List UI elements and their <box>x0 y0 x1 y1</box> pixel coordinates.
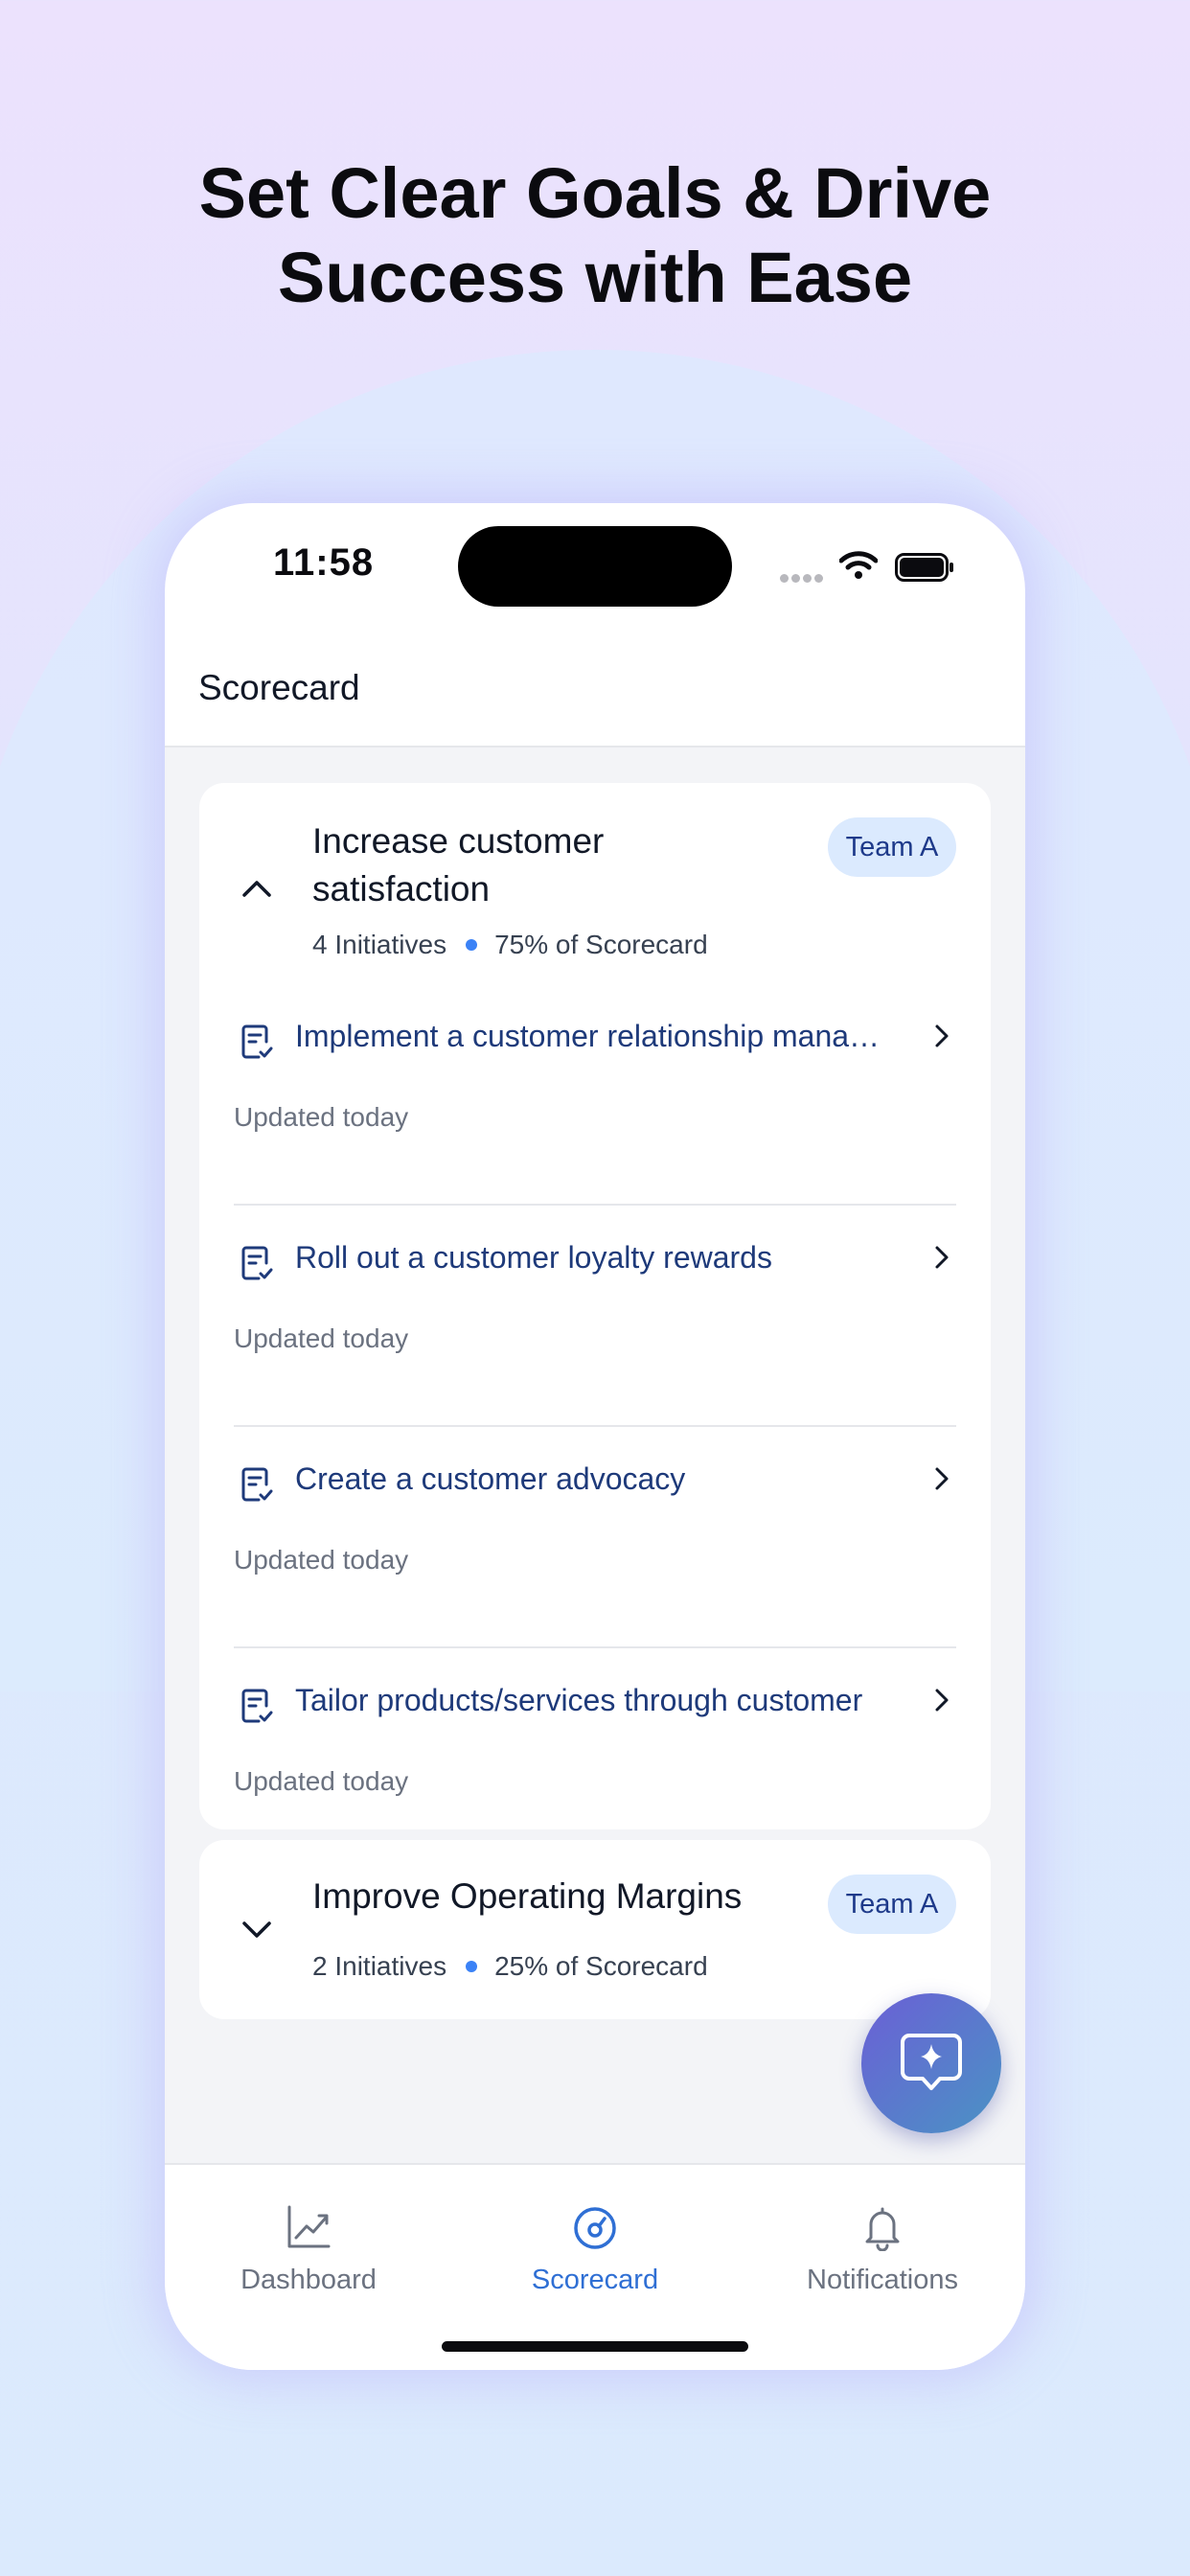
marketing-headline: Set Clear Goals & Drive Success with Eas… <box>0 151 1190 320</box>
headline-line-1: Set Clear Goals & Drive <box>198 153 992 233</box>
scorecard-share: 75% of Scorecard <box>494 930 708 959</box>
tab-bar: Dashboard Scorecard Notifications <box>165 2163 1025 2370</box>
battery-icon <box>895 553 953 582</box>
tab-label: Scorecard <box>531 2265 659 2295</box>
tab-scorecard[interactable]: Scorecard <box>480 2203 710 2296</box>
goal-title[interactable]: Improve Operating Margins <box>312 1873 811 1920</box>
ai-assistant-button[interactable] <box>861 1993 1001 2133</box>
initiatives-count: 4 Initiatives <box>312 930 447 959</box>
initiative-item[interactable]: Create a customer advocacy Updated today <box>234 1427 956 1648</box>
team-badge: Team A <box>828 1874 956 1934</box>
initiative-updated: Updated today <box>234 1766 409 1796</box>
dynamic-island <box>458 526 732 607</box>
wifi-icon <box>839 551 878 579</box>
initiatives-count: 2 Initiatives <box>312 1951 447 1981</box>
initiative-item[interactable]: Tailor products/services through custome… <box>234 1648 956 1870</box>
status-icons <box>780 549 953 587</box>
cellular-signal-icon <box>780 570 826 587</box>
phone-frame: 11:58 Scorecard Increase customer satisf… <box>165 503 1025 2370</box>
document-check-icon <box>241 1246 273 1280</box>
chevron-up-icon[interactable] <box>241 879 272 898</box>
app-header: Scorecard <box>165 628 1025 748</box>
initiative-title: Roll out a customer loyalty rewards <box>295 1240 772 1275</box>
ai-sparkle-chat-icon <box>901 2034 962 2090</box>
page-title: Scorecard <box>198 668 360 707</box>
scorecard-share: 25% of Scorecard <box>494 1951 708 1981</box>
status-bar: 11:58 <box>165 503 1025 628</box>
chevron-right-icon <box>935 1024 949 1047</box>
chevron-right-icon <box>935 1246 949 1269</box>
chevron-right-icon <box>935 1689 949 1712</box>
initiative-title: Create a customer advocacy <box>295 1461 686 1496</box>
goal-meta: 2 Initiatives 25% of Scorecard <box>312 1951 708 1982</box>
goal-meta: 4 Initiatives 75% of Scorecard <box>312 930 708 960</box>
initiative-item[interactable]: Roll out a customer loyalty rewards Upda… <box>234 1206 956 1427</box>
tab-label: Notifications <box>807 2265 958 2295</box>
initiative-updated: Updated today <box>234 1102 409 1132</box>
chevron-right-icon <box>935 1467 949 1490</box>
goal-card: Increase customer satisfaction Team A 4 … <box>199 783 991 1829</box>
document-check-icon <box>241 1689 273 1723</box>
initiative-updated: Updated today <box>234 1545 409 1575</box>
status-time: 11:58 <box>273 541 375 584</box>
goal-card[interactable]: Improve Operating Margins Team A 2 Initi… <box>199 1840 991 2019</box>
chart-line-icon <box>287 2205 331 2248</box>
tab-notifications[interactable]: Notifications <box>767 2203 997 2296</box>
headline-line-2: Success with Ease <box>277 238 913 317</box>
initiative-updated: Updated today <box>234 1323 409 1353</box>
separator-dot <box>466 1961 478 1972</box>
document-check-icon <box>241 1024 273 1059</box>
initiative-title: Implement a customer relationship manage… <box>295 1019 889 1053</box>
tab-label: Dashboard <box>240 2265 377 2295</box>
goal-title[interactable]: Increase customer satisfaction <box>312 817 763 913</box>
team-badge: Team A <box>828 817 956 877</box>
bell-icon <box>865 2207 900 2251</box>
tab-dashboard[interactable]: Dashboard <box>194 2203 423 2296</box>
home-indicator[interactable] <box>442 2341 748 2352</box>
document-check-icon <box>241 1467 273 1502</box>
initiative-item[interactable]: Implement a customer relationship manage… <box>234 984 956 1206</box>
scorecard-content[interactable]: Increase customer satisfaction Team A 4 … <box>165 748 1025 2163</box>
chevron-down-icon[interactable] <box>241 1920 272 1940</box>
separator-dot <box>466 939 478 951</box>
gauge-icon <box>574 2207 616 2249</box>
initiative-title: Tailor products/services through custome… <box>295 1683 863 1717</box>
